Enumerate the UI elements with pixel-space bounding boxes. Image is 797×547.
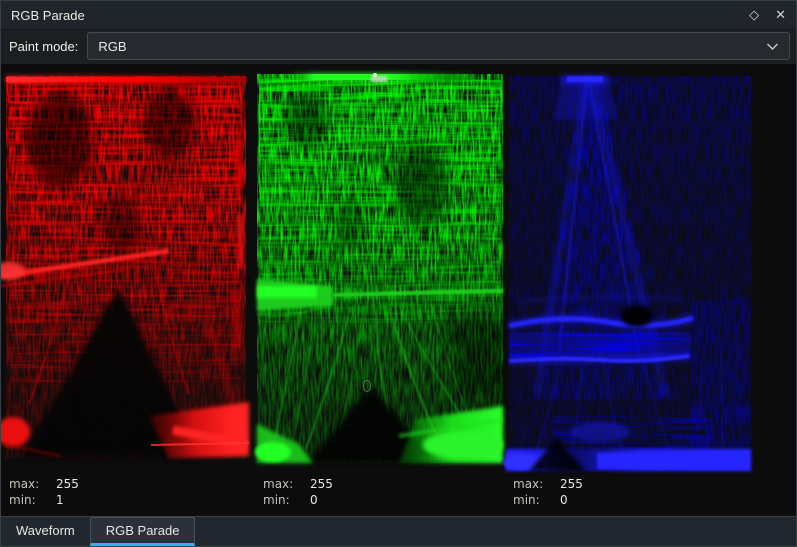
blue-max-label: max:	[513, 476, 560, 492]
blue-max-value: 255	[560, 476, 583, 492]
green-min-label: min:	[263, 492, 310, 508]
red-max-label: max:	[9, 476, 56, 492]
close-icon[interactable]: ✕	[775, 9, 786, 22]
paint-mode-toolbar: Paint mode: RGB	[1, 30, 796, 64]
float-icon[interactable]: ◇	[749, 9, 759, 22]
green-max-label: max:	[263, 476, 310, 492]
titlebar: RGB Parade ◇ ✕	[1, 1, 796, 30]
red-parade-scope	[1, 76, 249, 458]
red-min-label: min:	[9, 492, 56, 508]
window-title: RGB Parade	[11, 8, 749, 23]
green-min-value: 0	[310, 492, 318, 508]
rgb-parade-scopes	[1, 64, 796, 476]
scope-canvas: max:255 min:1 max:255 min:0 max:255 min:…	[1, 64, 796, 516]
paint-mode-value: RGB	[98, 39, 766, 54]
chevron-down-icon	[766, 42, 779, 51]
red-min-value: 1	[56, 492, 64, 508]
blue-parade-scope	[503, 75, 751, 471]
scope-tabbar: Waveform RGB Parade	[1, 516, 796, 546]
rgb-parade-window: RGB Parade ◇ ✕ Paint mode: RGB	[0, 0, 797, 547]
blue-scope-stats: max:255 min:0	[513, 476, 583, 508]
green-parade-scope	[255, 73, 503, 463]
green-max-value: 255	[310, 476, 333, 492]
tab-waveform[interactable]: Waveform	[1, 517, 90, 546]
tab-rgb-parade[interactable]: RGB Parade	[90, 517, 196, 546]
red-max-value: 255	[56, 476, 79, 492]
blue-min-value: 0	[560, 492, 568, 508]
green-scope-stats: max:255 min:0	[263, 476, 333, 508]
red-scope-stats: max:255 min:1	[9, 476, 79, 508]
blue-min-label: min:	[513, 492, 560, 508]
paint-mode-label: Paint mode:	[9, 39, 78, 54]
paint-mode-select[interactable]: RGB	[87, 32, 790, 60]
